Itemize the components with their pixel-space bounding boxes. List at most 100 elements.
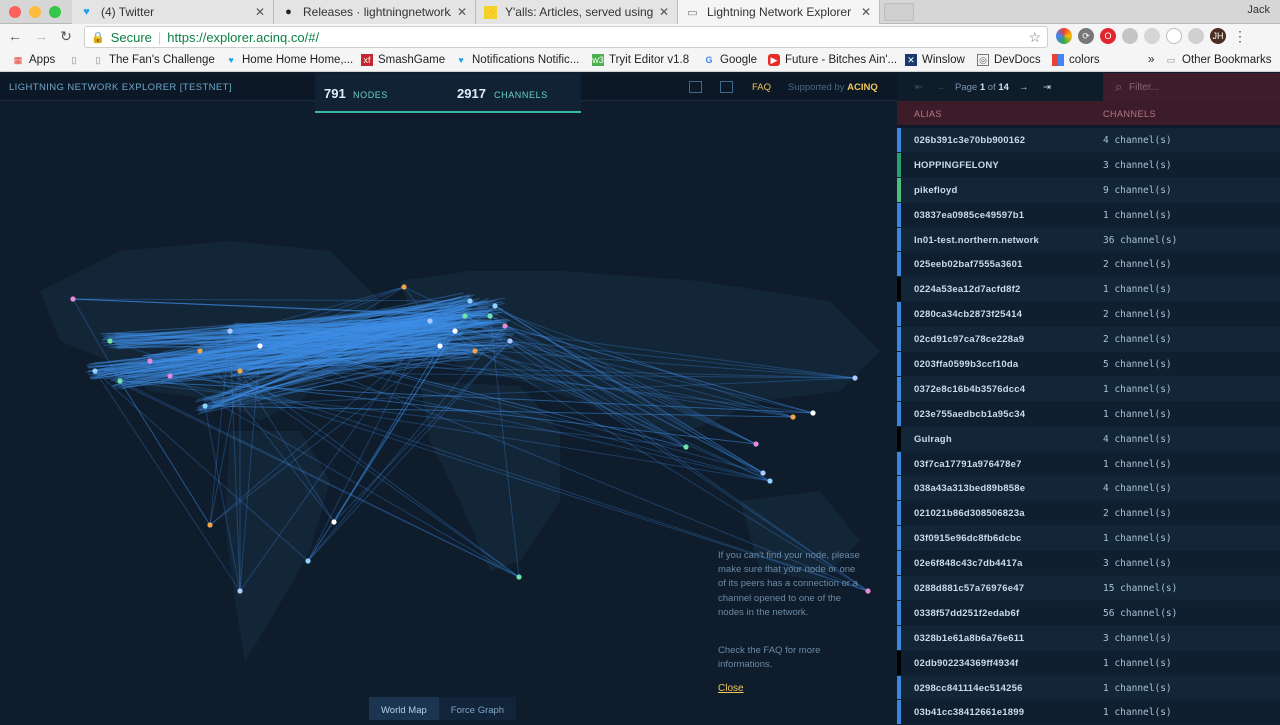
table-row[interactable]: HOPPINGFELONY 3 channel(s) bbox=[897, 152, 1280, 178]
node-dot[interactable] bbox=[401, 284, 407, 290]
node-dot[interactable] bbox=[305, 558, 311, 564]
table-row[interactable]: 03f0915e96dc8fb6dcbc 1 channel(s) bbox=[897, 526, 1280, 552]
faq-link[interactable]: FAQ bbox=[752, 82, 771, 93]
node-dot[interactable] bbox=[760, 470, 766, 476]
network-map-svg[interactable] bbox=[0, 101, 897, 720]
node-dot[interactable] bbox=[202, 403, 208, 409]
node-dot[interactable] bbox=[452, 328, 458, 334]
node-dot[interactable] bbox=[167, 373, 173, 379]
table-row[interactable]: 03b41cc38412661e1899 1 channel(s) bbox=[897, 700, 1280, 725]
bookmark-star-icon[interactable]: ☆ bbox=[1028, 29, 1041, 46]
node-dot[interactable] bbox=[107, 338, 113, 344]
circle-extension-icon[interactable] bbox=[1166, 28, 1182, 44]
force-graph-button[interactable]: Force Graph bbox=[438, 697, 517, 720]
world-map-button[interactable]: World Map bbox=[369, 697, 439, 720]
bookmarks-overflow-icon[interactable]: » bbox=[1148, 54, 1154, 66]
node-dot[interactable] bbox=[865, 588, 871, 594]
table-row[interactable]: 0224a53ea12d7acfd8f2 1 channel(s) bbox=[897, 277, 1280, 303]
bookmark-smashgame[interactable]: xf SmashGame bbox=[361, 54, 445, 66]
close-tab-icon[interactable]: ✕ bbox=[659, 5, 669, 19]
node-dot[interactable] bbox=[331, 519, 337, 525]
sync-extension-icon[interactable]: ⟳ bbox=[1078, 28, 1094, 44]
node-dot[interactable] bbox=[767, 478, 773, 484]
node-dot[interactable] bbox=[147, 358, 153, 364]
node-dot[interactable] bbox=[427, 318, 433, 324]
bookmark-devdocs[interactable]: ◎ DevDocs bbox=[977, 54, 1041, 66]
node-dot[interactable] bbox=[790, 414, 796, 420]
table-row[interactable]: 0298cc841114ec514256 1 channel(s) bbox=[897, 675, 1280, 701]
first-page-icon[interactable]: ⇤ bbox=[915, 82, 923, 93]
table-row[interactable]: 02db902234369ff4934f 1 channel(s) bbox=[897, 650, 1280, 676]
tab-yalls[interactable]: ⚡ Y'alls: Articles, served using the ✕ bbox=[476, 0, 678, 24]
table-row[interactable]: pikefloyd 9 channel(s) bbox=[897, 177, 1280, 203]
node-dot[interactable] bbox=[507, 338, 513, 344]
profile-name[interactable]: Jack bbox=[1247, 4, 1270, 16]
filter-input[interactable]: ⌕ Filter... bbox=[1103, 73, 1280, 101]
pocket-extension-icon[interactable] bbox=[1144, 28, 1160, 44]
table-row[interactable]: 03837ea0985ce49597b1 1 channel(s) bbox=[897, 202, 1280, 228]
supporter-name[interactable]: ACINQ bbox=[847, 82, 878, 93]
node-dot[interactable] bbox=[487, 313, 493, 319]
node-dot[interactable] bbox=[197, 348, 203, 354]
bookmark-other[interactable]: ▭ Other Bookmarks bbox=[1165, 54, 1272, 66]
table-row[interactable]: 026b391c3e70bb900162 4 channel(s) bbox=[897, 128, 1280, 153]
node-dot[interactable] bbox=[237, 368, 243, 374]
table-row[interactable]: 0372e8c16b4b3576dcc4 1 channel(s) bbox=[897, 376, 1280, 402]
bookmark-notifications[interactable]: ♥ Notifications Notific... bbox=[455, 54, 579, 66]
table-row[interactable]: 02cd91c97ca78ce228a9 2 channel(s) bbox=[897, 327, 1280, 353]
table-row[interactable]: 0203ffa0599b3ccf10da 5 channel(s) bbox=[897, 352, 1280, 377]
table-row[interactable]: 021021b86d308506823a 2 channel(s) bbox=[897, 501, 1280, 527]
node-dot[interactable] bbox=[257, 343, 263, 349]
node-dot[interactable] bbox=[207, 522, 213, 528]
reload-icon[interactable]: ↻ bbox=[55, 28, 77, 45]
close-window-button[interactable] bbox=[9, 6, 21, 18]
node-dot[interactable] bbox=[70, 296, 76, 302]
last-page-icon[interactable]: ⇥ bbox=[1043, 82, 1051, 93]
bookmark-future[interactable]: ▶ Future - Bitches Ain'... bbox=[768, 54, 897, 66]
back-icon[interactable]: ← bbox=[4, 28, 26, 44]
tab-releases[interactable]: ● Releases · lightningnetwork/lnd ✕ bbox=[274, 0, 476, 24]
channels-header[interactable]: CHANNELS bbox=[1103, 109, 1156, 119]
node-dot[interactable] bbox=[237, 588, 243, 594]
table-row[interactable]: 0338f57dd251f2edab6f 56 channel(s) bbox=[897, 600, 1280, 626]
chrome-color-extension-icon[interactable] bbox=[1056, 28, 1072, 44]
table-row[interactable]: 038a43a313bed89b858e 4 channel(s) bbox=[897, 476, 1280, 502]
table-row[interactable]: 0280ca34cb2873f25414 2 channel(s) bbox=[897, 302, 1280, 328]
new-tab-button[interactable] bbox=[884, 3, 914, 21]
node-dot[interactable] bbox=[492, 303, 498, 309]
panel-side-icon[interactable] bbox=[720, 81, 733, 93]
table-row[interactable]: 03f7ca17791a976478e7 1 channel(s) bbox=[897, 451, 1280, 477]
node-dot[interactable] bbox=[516, 574, 522, 580]
alias-header[interactable]: ALIAS bbox=[914, 109, 942, 119]
bookmark-winslow[interactable]: ✕ Winslow bbox=[905, 54, 965, 66]
table-row[interactable]: 02e6f848c43c7db4417a 3 channel(s) bbox=[897, 551, 1280, 577]
node-dot[interactable] bbox=[227, 328, 233, 334]
bookmark-fans-challenge[interactable]: ▯ The Fan's Challenge bbox=[92, 54, 215, 66]
maximize-window-button[interactable] bbox=[49, 6, 61, 18]
node-dot[interactable] bbox=[502, 323, 508, 329]
bookmark-tryit[interactable]: w3 Tryit Editor v1.8 bbox=[592, 54, 689, 66]
node-dot[interactable] bbox=[117, 378, 123, 384]
leaf-extension-icon[interactable] bbox=[1188, 28, 1204, 44]
close-tab-icon[interactable]: ✕ bbox=[255, 5, 265, 19]
tab-twitter[interactable]: ♥ (4) Twitter ✕ bbox=[72, 0, 274, 24]
tab-lightning-explorer[interactable]: ▭ Lightning Network Explorer (TE ✕ bbox=[678, 0, 880, 24]
table-row[interactable]: 0288d881c57a76976e47 15 channel(s) bbox=[897, 576, 1280, 601]
node-dot[interactable] bbox=[462, 313, 468, 319]
opera-extension-icon[interactable]: O bbox=[1100, 28, 1116, 44]
forward-icon[interactable]: → bbox=[30, 28, 52, 44]
node-dot[interactable] bbox=[810, 410, 816, 416]
note-faq-link[interactable]: FAQ bbox=[763, 645, 782, 656]
table-row[interactable]: 0328b1e61a8b6a76e611 3 channel(s) bbox=[897, 625, 1280, 651]
node-dot[interactable] bbox=[472, 348, 478, 354]
bookmark-colors[interactable]: colors bbox=[1052, 54, 1100, 66]
bookmark-google[interactable]: G Google bbox=[703, 54, 757, 66]
table-row[interactable]: 025eeb02baf7555a3601 2 channel(s) bbox=[897, 252, 1280, 278]
minimize-window-button[interactable] bbox=[29, 6, 41, 18]
gray-extension-icon[interactable] bbox=[1122, 28, 1138, 44]
bookmark-apps[interactable]: ▦ Apps bbox=[12, 54, 55, 66]
close-tab-icon[interactable]: ✕ bbox=[861, 5, 871, 19]
node-dot[interactable] bbox=[437, 343, 443, 349]
bookmark-blank[interactable]: ▯ bbox=[68, 54, 85, 66]
node-dot[interactable] bbox=[683, 444, 689, 450]
